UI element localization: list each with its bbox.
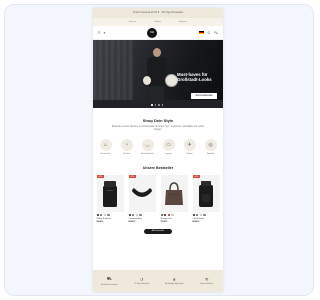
- slider-dot[interactable]: [154, 104, 156, 106]
- styles-section-subtitle: Entdecke unsere Taschen und Rucksäcke fü…: [111, 126, 205, 131]
- color-swatch[interactable]: [100, 214, 103, 217]
- color-swatches: [128, 214, 156, 217]
- product-image[interactable]: [160, 175, 188, 212]
- color-swatch[interactable]: [96, 214, 99, 217]
- usp-text: Sicher bezahlen: [200, 283, 214, 286]
- category-item[interactable]: ◔ Taschen: [120, 139, 134, 155]
- backpack-icon: ⌂: [99, 139, 112, 151]
- color-swatches: [192, 214, 220, 217]
- laptop-icon: ▭: [162, 139, 175, 151]
- category-label: Taschen: [122, 153, 131, 155]
- color-swatch[interactable]: [203, 214, 206, 217]
- cart-icon[interactable]: ⛍: [214, 30, 218, 35]
- search-icon[interactable]: ⌕: [103, 30, 105, 35]
- bestseller-product-list: -20% Rolltop Rucksack 99,95 € -15% Crossbody…: [93, 175, 223, 223]
- sale-badge: -20%: [96, 175, 104, 178]
- travel-icon: ✈: [183, 139, 196, 151]
- main-navigation: ≡ ⌕ UG ☺ ⛍: [93, 26, 223, 40]
- product-price: 99,95 €: [96, 221, 104, 224]
- mobile-page-preview: Gratis Versand ab 50 € · 30 Tage Rückgab…: [93, 8, 223, 292]
- color-swatch[interactable]: [196, 214, 199, 217]
- return-icon: ↺: [140, 276, 144, 282]
- color-swatch[interactable]: [167, 214, 171, 217]
- slider-dot[interactable]: [161, 104, 163, 106]
- category-item[interactable]: ◎ Zubehör: [204, 139, 218, 155]
- user-icon[interactable]: ☺: [207, 30, 211, 35]
- utility-link-service[interactable]: Service: [129, 21, 136, 23]
- product-image[interactable]: -10%: [192, 175, 220, 212]
- product-name: Rolltop Rucksack: [96, 217, 112, 220]
- category-item[interactable]: ▭ Laptop: [162, 139, 176, 155]
- product-name: Shopper Tote: [160, 217, 172, 220]
- category-item[interactable]: ⌂ Rucksäcke: [99, 139, 113, 155]
- slider-dot[interactable]: [151, 104, 153, 106]
- color-swatch[interactable]: [135, 214, 139, 217]
- truck-icon: ⛟: [106, 276, 112, 282]
- category-item[interactable]: ✈ Reisen: [183, 139, 197, 155]
- color-swatches: [96, 214, 124, 217]
- bag-icon: ◔: [120, 139, 133, 151]
- color-swatch[interactable]: [192, 214, 195, 217]
- waist-bag-icon: ◡: [141, 139, 154, 151]
- slider-dot[interactable]: [158, 104, 160, 106]
- hero-slider-dots[interactable]: [151, 104, 163, 106]
- utility-links: Service Filialen Magazin: [93, 18, 223, 26]
- product-name: City Rucksack: [192, 217, 205, 220]
- menu-icon[interactable]: ≡: [98, 30, 100, 35]
- accessory-icon: ◎: [204, 139, 217, 151]
- brand-logo[interactable]: UG: [147, 27, 158, 38]
- product-image[interactable]: -15%: [128, 175, 156, 212]
- color-swatches: [160, 214, 188, 217]
- product-price: 79,95 €: [160, 221, 168, 224]
- product-card[interactable]: -15% Crossbody Bag 69,95 €: [128, 175, 156, 224]
- hero-banner[interactable]: Must-haves für Großstadt-Looks Jetzt ent…: [93, 40, 223, 108]
- category-label: Zubehör: [206, 153, 215, 155]
- usp-item: ↺ 30 Tage Rückgabe: [129, 277, 155, 286]
- color-swatch[interactable]: [107, 214, 110, 217]
- product-price: 69,95 €: [128, 221, 136, 224]
- usp-item: ⛨ Sicher bezahlen: [194, 277, 220, 286]
- color-swatch[interactable]: [139, 214, 142, 217]
- category-label: Laptop: [165, 153, 172, 155]
- category-label: Bauchtaschen: [141, 153, 154, 155]
- color-swatch[interactable]: [128, 214, 131, 217]
- product-image[interactable]: -20%: [96, 175, 124, 212]
- usp-item: ❦ Nachhaltige Materialien: [161, 277, 187, 286]
- sale-badge: -15%: [128, 175, 136, 178]
- usp-bar: ⛟ Kostenloser Versand ↺ 30 Tage Rückgabe ❦ Na…: [93, 270, 223, 292]
- usp-text: Nachhaltige Materialien: [164, 283, 184, 286]
- language-flag-icon[interactable]: [198, 30, 204, 35]
- utility-link-stores[interactable]: Filialen: [154, 21, 161, 23]
- hero-headline: Must-haves für Großstadt-Looks: [177, 72, 212, 82]
- color-swatch[interactable]: [103, 214, 107, 217]
- product-name: Crossbody Bag: [128, 217, 142, 220]
- sale-badge: -10%: [192, 175, 200, 178]
- shield-icon: ⛨: [205, 276, 209, 282]
- all-bestsellers-button[interactable]: Alle Bestseller: [144, 229, 172, 235]
- product-card[interactable]: Shopper Tote 79,95 €: [160, 175, 188, 224]
- category-label: Rucksäcke: [100, 153, 111, 155]
- category-label: Reisen: [186, 153, 193, 155]
- color-swatch[interactable]: [171, 214, 174, 217]
- usp-text: Kostenloser Versand: [100, 283, 118, 286]
- usp-text: 30 Tage Rückgabe: [134, 283, 150, 286]
- product-card[interactable]: -20% Rolltop Rucksack 99,95 €: [96, 175, 124, 224]
- promo-bar: Gratis Versand ab 50 € · 30 Tage Rückgab…: [93, 8, 223, 18]
- styles-section-title: Shop Dein Style: [142, 118, 174, 123]
- utility-link-magazine[interactable]: Magazin: [179, 21, 187, 23]
- leaf-icon: ❦: [172, 276, 176, 282]
- bestsellers-title: Unsere Bestseller: [142, 166, 174, 170]
- color-swatch[interactable]: [199, 214, 203, 217]
- hero-cta-button[interactable]: Jetzt entdecken: [191, 93, 217, 99]
- color-swatch[interactable]: [160, 214, 163, 217]
- color-swatch[interactable]: [132, 214, 135, 217]
- category-item[interactable]: ◡ Bauchtaschen: [141, 139, 155, 155]
- category-row: ⌂ Rucksäcke ◔ Taschen ◡ Bauchtaschen ▭ Laptop ✈ R…: [93, 139, 223, 155]
- hero-background: [93, 40, 133, 108]
- usp-item: ⛟ Kostenloser Versand: [96, 276, 122, 286]
- product-card[interactable]: -10% City Rucksack 89,95 €: [192, 175, 220, 224]
- product-price: 89,95 €: [192, 221, 200, 224]
- color-swatch[interactable]: [164, 214, 167, 217]
